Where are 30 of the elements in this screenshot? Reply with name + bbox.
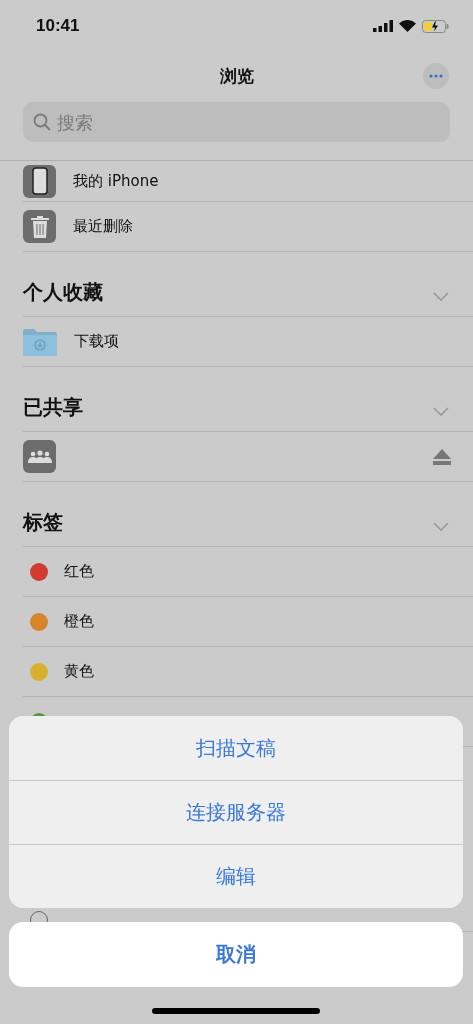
location-item[interactable]: 最近删除: [23, 202, 473, 252]
section-header: 个人收藏: [23, 279, 103, 306]
page-title: 浏览: [219, 64, 254, 88]
chevron-icon[interactable]: [433, 522, 449, 532]
location-item[interactable]: 下载项: [23, 317, 473, 367]
chevron-icon[interactable]: [433, 292, 449, 302]
battery-charging-icon: [422, 19, 449, 33]
chevron-icon[interactable]: [433, 407, 449, 417]
location-item[interactable]: 我的 iPhone: [23, 161, 473, 202]
search-icon: [33, 113, 51, 131]
tag-label[interactable]: 黄色: [64, 662, 94, 681]
folder-icon: [23, 327, 57, 356]
section-header: 标签: [23, 509, 63, 536]
search-field[interactable]: 搜索: [23, 102, 450, 142]
action-button[interactable]: 连接服务器: [9, 780, 463, 844]
more-button[interactable]: [423, 63, 449, 89]
wifi-icon: [399, 20, 416, 32]
more-icon: [429, 74, 443, 78]
search-input[interactable]: 搜索: [57, 111, 357, 133]
signal-icon: [373, 20, 393, 32]
eject-icon[interactable]: [433, 448, 451, 465]
tag-label[interactable]: 橙色: [64, 612, 94, 631]
cancel-button[interactable]: 取消: [9, 922, 463, 987]
phone-icon: [23, 164, 56, 198]
tag-label[interactable]: 红色: [64, 562, 94, 581]
people-icon: [23, 440, 56, 473]
action-button[interactable]: 编辑: [9, 844, 463, 908]
section-header: 已共享: [23, 394, 83, 421]
status-time: 10:41: [36, 16, 80, 36]
trash-icon: [23, 210, 56, 243]
